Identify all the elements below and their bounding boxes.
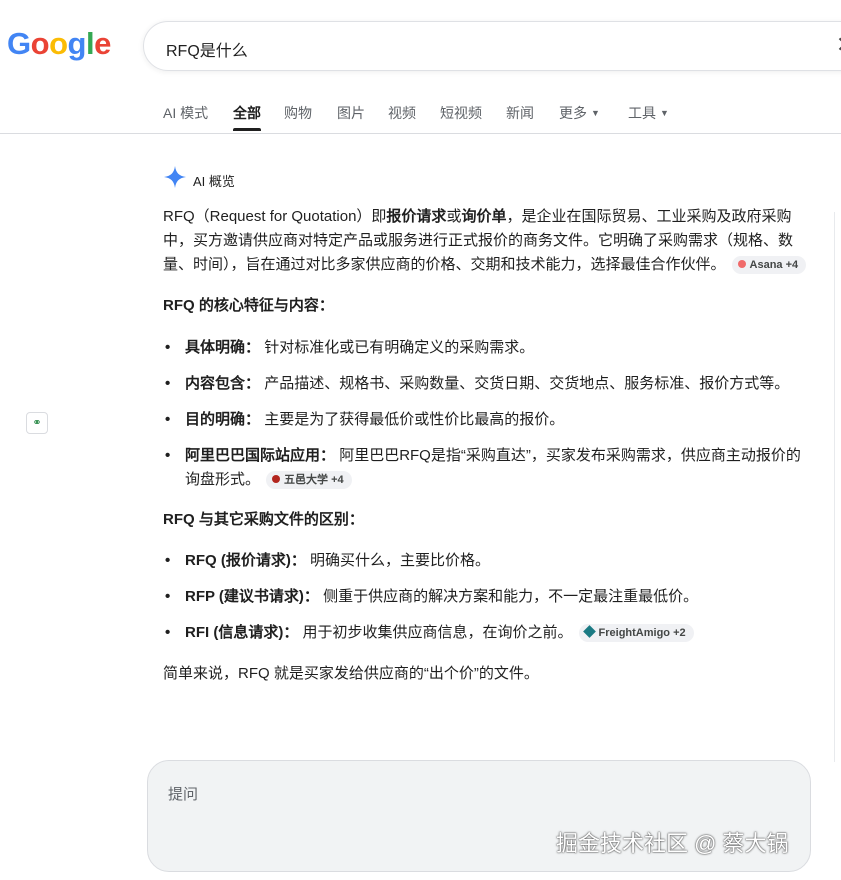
logo-letter: l: [85, 26, 95, 61]
intro-bold: 报价请求: [386, 208, 447, 225]
item-text: 用于初步收集供应商信息，在询价之前。: [302, 624, 573, 641]
item-text: 侧重于供应商的解决方案和能力，不一定最注重最低价。: [323, 588, 699, 605]
item-term: RFP (建议书请求)：: [185, 588, 319, 605]
section-title-differences: RFQ 与其它采购文件的区别：: [163, 511, 364, 528]
list-item: RFI (信息请求)： 用于初步收集供应商信息，在询价之前。 FreightAmi…: [163, 621, 808, 645]
item-text: 针对标准化或已有明确定义的采购需求。: [264, 339, 535, 356]
sparkle-icon: [164, 166, 186, 188]
intro-bold: 询价单: [461, 208, 507, 225]
intro-paragraph: RFQ（Request for Quotation）即报价请求或询价单，是企业在…: [163, 205, 808, 277]
source-chip-asana[interactable]: Asana +4: [731, 256, 807, 274]
chip-label: 五邑大学 +4: [284, 474, 344, 486]
item-term: RFI (信息请求)：: [185, 624, 299, 641]
summary-paragraph: 简单来说，RFQ 就是买家发给供应商的“出个价”的文件。: [163, 665, 539, 682]
caret-down-icon: ▼: [660, 108, 669, 118]
source-chip-wuyi[interactable]: 五邑大学 +4: [266, 471, 352, 489]
side-panel-edge: [834, 212, 841, 762]
list-item: RFP (建议书请求)： 侧重于供应商的解决方案和能力，不一定最注重最低价。: [163, 585, 808, 609]
item-text: 产品描述、规格书、采购数量、交货日期、交货地点、服务标准、报价方式等。: [264, 375, 790, 392]
tab-all[interactable]: 全部: [233, 103, 261, 123]
differences-list: RFQ (报价请求)： 明确买什么，主要比价格。 RFP (建议书请求)： 侧重…: [163, 549, 808, 645]
header-divider: [0, 133, 841, 134]
tab-more-label: 更多: [559, 105, 587, 121]
list-item: 内容包含： 产品描述、规格书、采购数量、交货日期、交货地点、服务标准、报价方式等…: [163, 372, 808, 396]
tab-ai-mode[interactable]: AI 模式: [163, 103, 208, 123]
list-item: 具体明确： 针对标准化或已有明确定义的采购需求。: [163, 336, 808, 360]
tab-images[interactable]: 图片: [337, 103, 365, 123]
section-title-features: RFQ 的核心特征与内容：: [163, 297, 334, 314]
item-term: RFQ (报价请求)：: [185, 552, 306, 569]
link-icon[interactable]: ⚭: [26, 412, 48, 434]
source-chip-freightamigo[interactable]: FreightAmigo +2: [578, 624, 694, 642]
watermark: 掘金技术社区 @ 蔡大锅: [556, 831, 789, 856]
chip-label: Asana +4: [749, 259, 799, 271]
item-text: 明确买什么，主要比价格。: [310, 552, 491, 569]
caret-down-icon: ▼: [591, 108, 600, 118]
search-input[interactable]: RFQ是什么: [166, 37, 248, 61]
ai-overview-title: AI 概览: [193, 174, 235, 189]
item-term: 目的明确：: [185, 411, 261, 428]
freightamigo-icon: [582, 625, 596, 638]
tab-tools[interactable]: 工具 ▼: [628, 103, 669, 123]
item-term: 阿里巴巴国际站应用：: [185, 447, 336, 464]
active-tab-indicator: [233, 128, 261, 131]
tab-tools-label: 工具: [628, 105, 656, 121]
tab-news[interactable]: 新闻: [506, 103, 534, 123]
intro-text: 或: [446, 208, 462, 225]
logo-letter: e: [94, 26, 111, 61]
clear-search-icon[interactable]: ✕: [836, 32, 841, 58]
tab-videos[interactable]: 视频: [388, 103, 416, 123]
item-term: 具体明确：: [185, 339, 261, 356]
tab-more[interactable]: 更多 ▼: [559, 103, 600, 123]
logo-letter: G: [7, 26, 31, 61]
tab-short-videos[interactable]: 短视频: [440, 103, 482, 123]
list-item: 阿里巴巴国际站应用： 阿里巴巴RFQ是指“采购直达”，买家发布采购需求，供应商主…: [163, 444, 808, 492]
search-box[interactable]: RFQ是什么 ✕: [143, 21, 841, 71]
chip-label: FreightAmigo +2: [598, 627, 686, 639]
item-text: 主要是为了获得最低价或性价比最高的报价。: [264, 411, 565, 428]
ask-input[interactable]: 提问: [168, 783, 198, 804]
list-item: 目的明确： 主要是为了获得最低价或性价比最高的报价。: [163, 408, 808, 432]
google-logo[interactable]: Google: [7, 26, 111, 62]
item-term: 内容包含：: [185, 375, 261, 392]
intro-text: RFQ（Request for Quotation）即: [163, 208, 387, 225]
list-item: RFQ (报价请求)： 明确买什么，主要比价格。: [163, 549, 808, 573]
university-icon: [272, 475, 281, 483]
asana-icon: [737, 260, 746, 268]
features-list: 具体明确： 针对标准化或已有明确定义的采购需求。 内容包含： 产品描述、规格书、…: [163, 336, 808, 492]
logo-letter: g: [67, 26, 87, 61]
logo-letter: o: [30, 26, 50, 61]
logo-letter: o: [49, 26, 68, 61]
ai-overview-content: RFQ（Request for Quotation）即报价请求或询价单，是企业在…: [163, 205, 808, 686]
tab-shopping[interactable]: 购物: [284, 103, 312, 123]
